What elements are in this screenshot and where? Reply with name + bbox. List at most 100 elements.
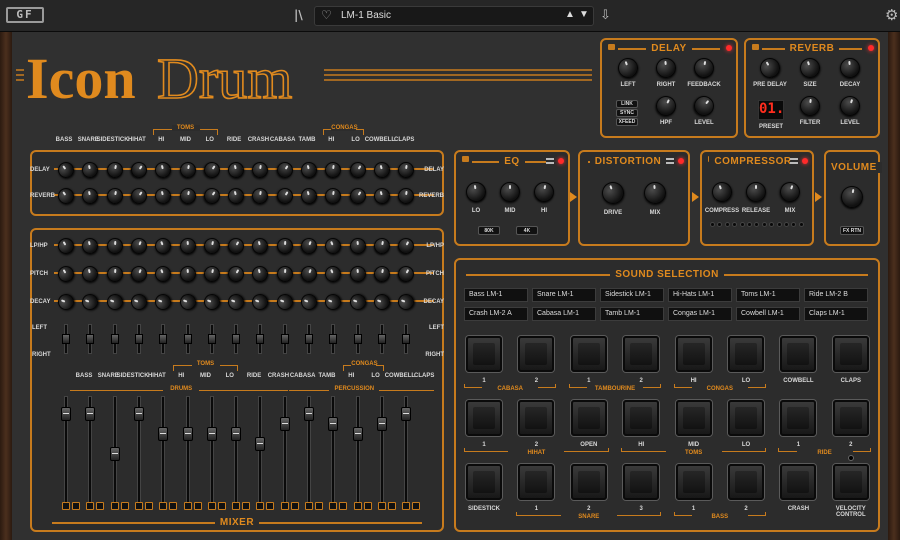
solo-button[interactable] [266, 502, 275, 510]
pan-slider[interactable] [159, 324, 168, 354]
pan-slider[interactable] [183, 324, 192, 354]
solo-button[interactable] [72, 502, 80, 510]
drum-pad[interactable] [623, 336, 660, 372]
mute-button[interactable] [183, 502, 192, 510]
delay-send-knob[interactable] [127, 158, 150, 182]
mute-button[interactable] [159, 502, 168, 510]
mute-button[interactable] [62, 502, 70, 510]
drum-pad[interactable] [832, 400, 869, 436]
decay-knob[interactable] [225, 291, 247, 313]
pan-slider-handle[interactable] [232, 334, 241, 344]
preset-next-icon[interactable]: ▼ [579, 9, 589, 20]
mute-button[interactable] [256, 502, 265, 510]
drum-pad[interactable] [466, 400, 502, 436]
lp-hp-knob[interactable] [106, 237, 124, 255]
delay-send-knob[interactable] [178, 160, 197, 180]
lp-hp-knob[interactable] [276, 237, 294, 255]
xfeed-button[interactable]: XFEED [616, 118, 638, 126]
pan-slider[interactable] [256, 324, 265, 354]
volume-fader[interactable] [279, 396, 290, 508]
pitch-knob[interactable] [202, 264, 222, 284]
pan-slider[interactable] [207, 324, 216, 354]
drum-pad[interactable] [466, 336, 502, 372]
reverb-send-knob[interactable] [80, 186, 100, 206]
pitch-knob[interactable] [128, 263, 150, 285]
compressor-release-knob[interactable] [746, 182, 766, 202]
volume-fader[interactable] [61, 396, 71, 508]
pan-slider-handle[interactable] [329, 334, 338, 344]
delay-send-knob[interactable] [105, 160, 124, 180]
solo-button[interactable] [193, 502, 202, 510]
sound-slot-sidestick-lm-1[interactable]: Sidestick LM-1 [600, 288, 664, 302]
delay-hpf-knob[interactable] [652, 92, 680, 120]
delay-send-knob[interactable] [200, 158, 223, 182]
solo-button[interactable] [363, 502, 372, 510]
reverb-send-knob[interactable] [127, 184, 150, 208]
volume-fader-handle[interactable] [401, 407, 412, 421]
eq-lo-knob[interactable] [464, 180, 488, 204]
reverb-decay-knob[interactable] [839, 57, 861, 79]
pitch-knob[interactable] [178, 265, 197, 283]
pan-slider[interactable] [329, 324, 338, 354]
volume-fader[interactable] [182, 396, 193, 508]
volume-fader-handle[interactable] [328, 417, 339, 431]
reverb-send-knob[interactable] [371, 186, 392, 206]
delay-send-knob[interactable] [371, 160, 392, 180]
lp-hp-knob[interactable] [225, 235, 247, 257]
sound-slot-snare-lm-1[interactable]: Snare LM-1 [532, 288, 596, 302]
eq-80k-button[interactable]: 80K [478, 226, 500, 235]
pitch-knob[interactable] [55, 263, 77, 285]
drum-pad[interactable] [518, 336, 555, 372]
drum-pad[interactable] [623, 464, 660, 500]
sound-slot-congas-lm-1[interactable]: Congas LM-1 [668, 307, 732, 321]
mute-button[interactable] [402, 502, 411, 510]
pan-slider-handle[interactable] [134, 334, 143, 344]
lp-hp-knob[interactable] [372, 236, 392, 256]
delay-send-knob[interactable] [153, 160, 173, 180]
volume-fader-handle[interactable] [61, 407, 71, 421]
drum-pad[interactable] [780, 336, 817, 372]
solo-button[interactable] [315, 502, 323, 510]
library-icon[interactable]: |\ [294, 8, 303, 22]
distortion-mix-knob[interactable] [643, 181, 667, 205]
drum-pad[interactable] [832, 464, 869, 500]
decay-knob[interactable] [55, 291, 77, 313]
sound-slot-tamb-lm-1[interactable]: Tamb LM-1 [600, 307, 664, 321]
volume-fader-handle[interactable] [231, 427, 242, 441]
menu-icon[interactable] [546, 158, 554, 164]
reverb-send-knob[interactable] [324, 186, 343, 206]
reverb-send-knob[interactable] [178, 186, 197, 206]
solo-button[interactable] [96, 502, 105, 510]
eq-4k-button[interactable]: 4K [516, 226, 538, 235]
solo-button[interactable] [120, 502, 129, 510]
lp-hp-knob[interactable] [250, 236, 271, 256]
delay-send-knob[interactable] [273, 158, 296, 182]
drum-pad[interactable] [675, 464, 712, 500]
sound-slot-bass-lm-1[interactable]: Bass LM-1 [464, 288, 528, 302]
decay-knob[interactable] [395, 291, 417, 313]
sound-slot-toms-lm-1[interactable]: Toms LM-1 [736, 288, 800, 302]
volume-fader[interactable] [352, 396, 363, 508]
volume-fader[interactable] [85, 396, 96, 508]
delay-send-knob[interactable] [54, 158, 78, 182]
pan-slider-handle[interactable] [183, 334, 192, 344]
pan-slider[interactable] [110, 324, 119, 354]
volume-fader-handle[interactable] [133, 407, 144, 421]
sound-slot-ride-lm-2-b[interactable]: Ride LM-2 B [804, 288, 868, 302]
heart-icon[interactable]: ♡ [321, 8, 332, 22]
solo-button[interactable] [387, 502, 396, 510]
pan-slider-handle[interactable] [402, 334, 411, 344]
reverb-power-led[interactable] [868, 45, 874, 51]
delay-send-knob[interactable] [397, 161, 416, 179]
mute-button[interactable] [377, 502, 386, 510]
pan-slider[interactable] [232, 324, 241, 354]
pitch-knob[interactable] [250, 264, 271, 284]
decay-knob[interactable] [323, 291, 344, 313]
lp-hp-knob[interactable] [178, 237, 197, 255]
delay-left-knob[interactable] [615, 55, 641, 81]
lp-hp-knob[interactable] [202, 236, 222, 256]
delay-send-knob[interactable] [251, 160, 270, 180]
pan-slider-handle[interactable] [110, 334, 119, 344]
decay-knob[interactable] [80, 291, 101, 313]
solo-button[interactable] [169, 502, 178, 510]
